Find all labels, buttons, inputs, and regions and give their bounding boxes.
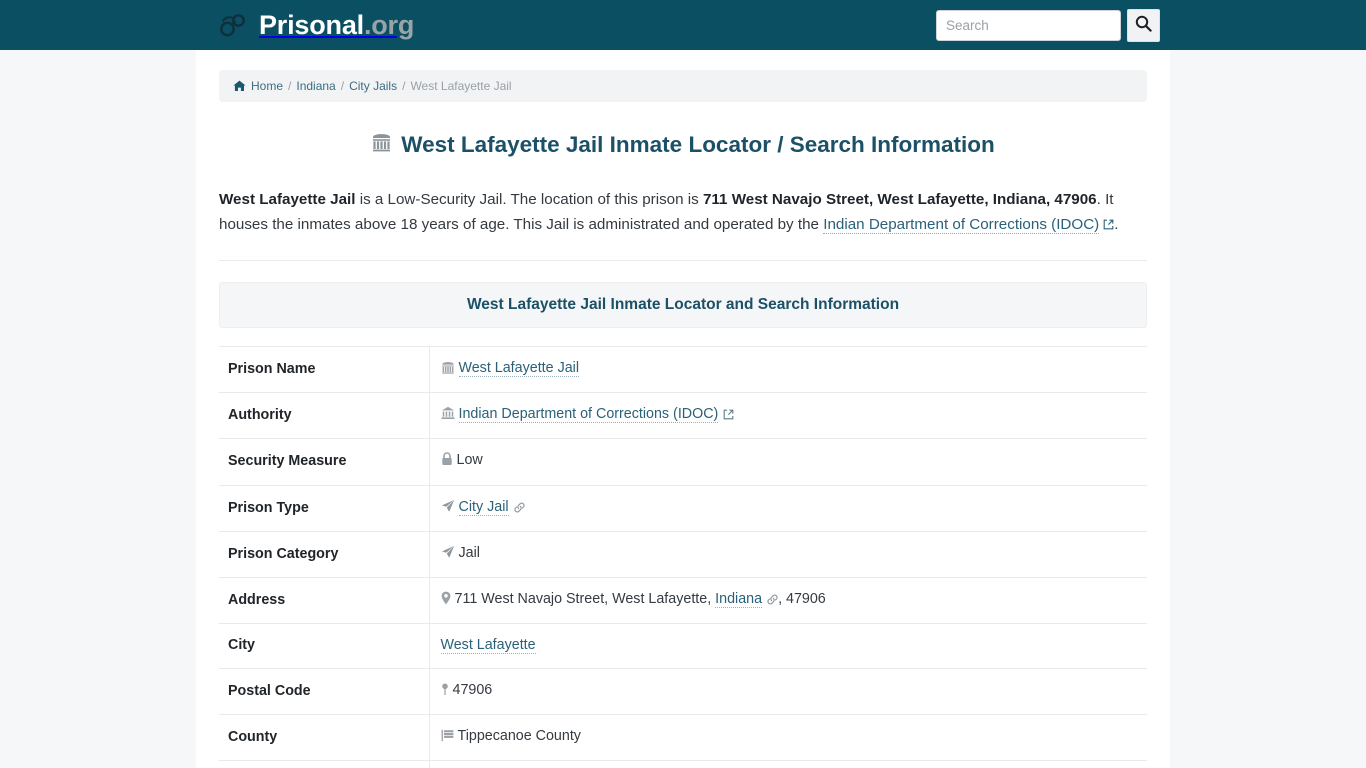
map-pin-icon xyxy=(441,683,449,702)
table-row: Prison Type City Jail xyxy=(219,485,1147,532)
breadcrumb-separator: / xyxy=(340,79,345,93)
row-value: West Lafayette xyxy=(429,623,1147,669)
authority-link[interactable]: Indian Department of Corrections (IDOC) xyxy=(458,405,719,423)
table-row: Authority Indian Department of Correctio… xyxy=(219,392,1147,440)
paper-plane-icon xyxy=(441,499,455,519)
archway-jail-icon xyxy=(441,360,455,380)
breadcrumb-separator: / xyxy=(402,79,406,93)
flag-icon xyxy=(441,729,454,748)
handcuffs-icon xyxy=(218,12,248,38)
row-value: West Lafayette Jail xyxy=(429,345,1147,393)
page-title: West Lafayette Jail Inmate Locator / Sea… xyxy=(219,131,1147,159)
table-row: Prison Name West Lafayette Jail xyxy=(219,345,1147,393)
intro-text-3: . xyxy=(1114,215,1119,233)
intro-paragraph: West Lafayette Jail is a Low-Security Ja… xyxy=(219,187,1147,238)
brand-name: Prisonal xyxy=(259,9,364,40)
external-link-icon xyxy=(723,407,734,426)
content-container: Home / Indiana / City Jails / West Lafay… xyxy=(196,50,1170,768)
section-divider xyxy=(219,259,1147,261)
page-title-text: West Lafayette Jail Inmate Locator / Sea… xyxy=(401,132,995,158)
home-icon xyxy=(233,80,246,92)
intro-text-1: is a Low-Security Jail. The location of … xyxy=(355,190,703,208)
map-marker-icon xyxy=(441,591,451,611)
intro-authority-link[interactable]: Indian Department of Corrections (IDOC) xyxy=(823,215,1100,234)
chain-link-icon xyxy=(767,592,778,611)
table-row: Address 711 West Navajo Street, West Laf… xyxy=(219,577,1147,625)
chain-link-icon xyxy=(513,500,525,519)
row-value: Jail xyxy=(429,531,1147,579)
prison-category-value: Jail xyxy=(458,544,480,561)
page-body: Home / Indiana / City Jails / West Lafay… xyxy=(0,50,1366,768)
row-value: 47906 xyxy=(429,668,1147,716)
archway-jail-icon xyxy=(371,131,392,159)
row-value: 711 West Navajo Street, West Lafayette, … xyxy=(429,577,1147,625)
postal-code-value: 47906 xyxy=(452,681,493,698)
address-text-post: , 47906 xyxy=(778,591,826,608)
row-key: State xyxy=(219,760,430,768)
breadcrumb-city-jails[interactable]: City Jails xyxy=(349,79,397,93)
breadcrumb-separator: / xyxy=(288,79,292,93)
prison-info-table: Prison Name West Lafayette Jail Authorit… xyxy=(219,345,1147,768)
table-row: Postal Code 47906 xyxy=(219,668,1147,716)
table-caption: West Lafayette Jail Inmate Locator and S… xyxy=(219,281,1147,328)
search-input[interactable] xyxy=(936,9,1121,41)
search-button[interactable] xyxy=(1127,8,1160,42)
row-value: City Jail xyxy=(429,485,1147,532)
prison-name-link[interactable]: West Lafayette Jail xyxy=(458,359,580,377)
row-value: Tippecanoe County xyxy=(429,714,1147,762)
address-text-pre: 711 West Navajo Street, West Lafayette, xyxy=(454,591,716,608)
security-measure-value: Low xyxy=(456,452,483,469)
row-key: Prison Type xyxy=(219,485,430,532)
brand-tld: .org xyxy=(363,9,415,40)
breadcrumb-home[interactable]: Home xyxy=(251,79,283,93)
table-row: Prison Category Jail xyxy=(219,531,1147,579)
table-row: Security Measure Low xyxy=(219,438,1147,486)
row-key: Security Measure xyxy=(219,438,430,486)
breadcrumb: Home / Indiana / City Jails / West Lafay… xyxy=(219,70,1147,103)
institution-bank-icon xyxy=(441,406,455,426)
city-link[interactable]: West Lafayette xyxy=(440,637,536,655)
table-row: City West Lafayette xyxy=(219,623,1147,669)
row-value: Indian Department of Corrections (IDOC) xyxy=(429,392,1147,440)
lock-icon xyxy=(441,452,453,472)
row-key: Address xyxy=(219,577,430,625)
row-key: Postal Code xyxy=(219,668,430,716)
table-row: State Indiana ( IN ) xyxy=(219,760,1147,768)
prison-type-link[interactable]: City Jail xyxy=(458,498,509,516)
intro-address: 711 West Navajo Street, West Lafayette, … xyxy=(702,190,1097,208)
row-key: County xyxy=(219,714,430,762)
row-key: Prison Category xyxy=(219,531,430,579)
intro-prison-name: West Lafayette Jail xyxy=(219,190,356,208)
breadcrumb-current: West Lafayette Jail xyxy=(410,79,512,93)
brand-text: Prisonal.org xyxy=(259,9,415,40)
table-body: Prison Name West Lafayette Jail Authorit… xyxy=(219,345,1147,768)
breadcrumb-indiana[interactable]: Indiana xyxy=(296,79,335,93)
external-link-icon xyxy=(1103,213,1114,238)
county-value: Tippecanoe County xyxy=(457,728,581,745)
row-key: Authority xyxy=(219,392,430,440)
address-state-link[interactable]: Indiana xyxy=(715,591,763,609)
search-area xyxy=(936,8,1160,42)
search-icon xyxy=(1135,15,1152,35)
paper-plane-icon xyxy=(441,545,455,565)
row-key: Prison Name xyxy=(219,345,430,393)
row-value: Low xyxy=(429,438,1147,486)
table-row: County Tippecanoe County xyxy=(219,714,1147,762)
row-key: City xyxy=(219,623,430,669)
site-header: Prisonal.org xyxy=(0,0,1366,50)
site-logo-link[interactable]: Prisonal.org xyxy=(218,9,415,40)
row-value: Indiana ( IN ) xyxy=(429,760,1147,768)
